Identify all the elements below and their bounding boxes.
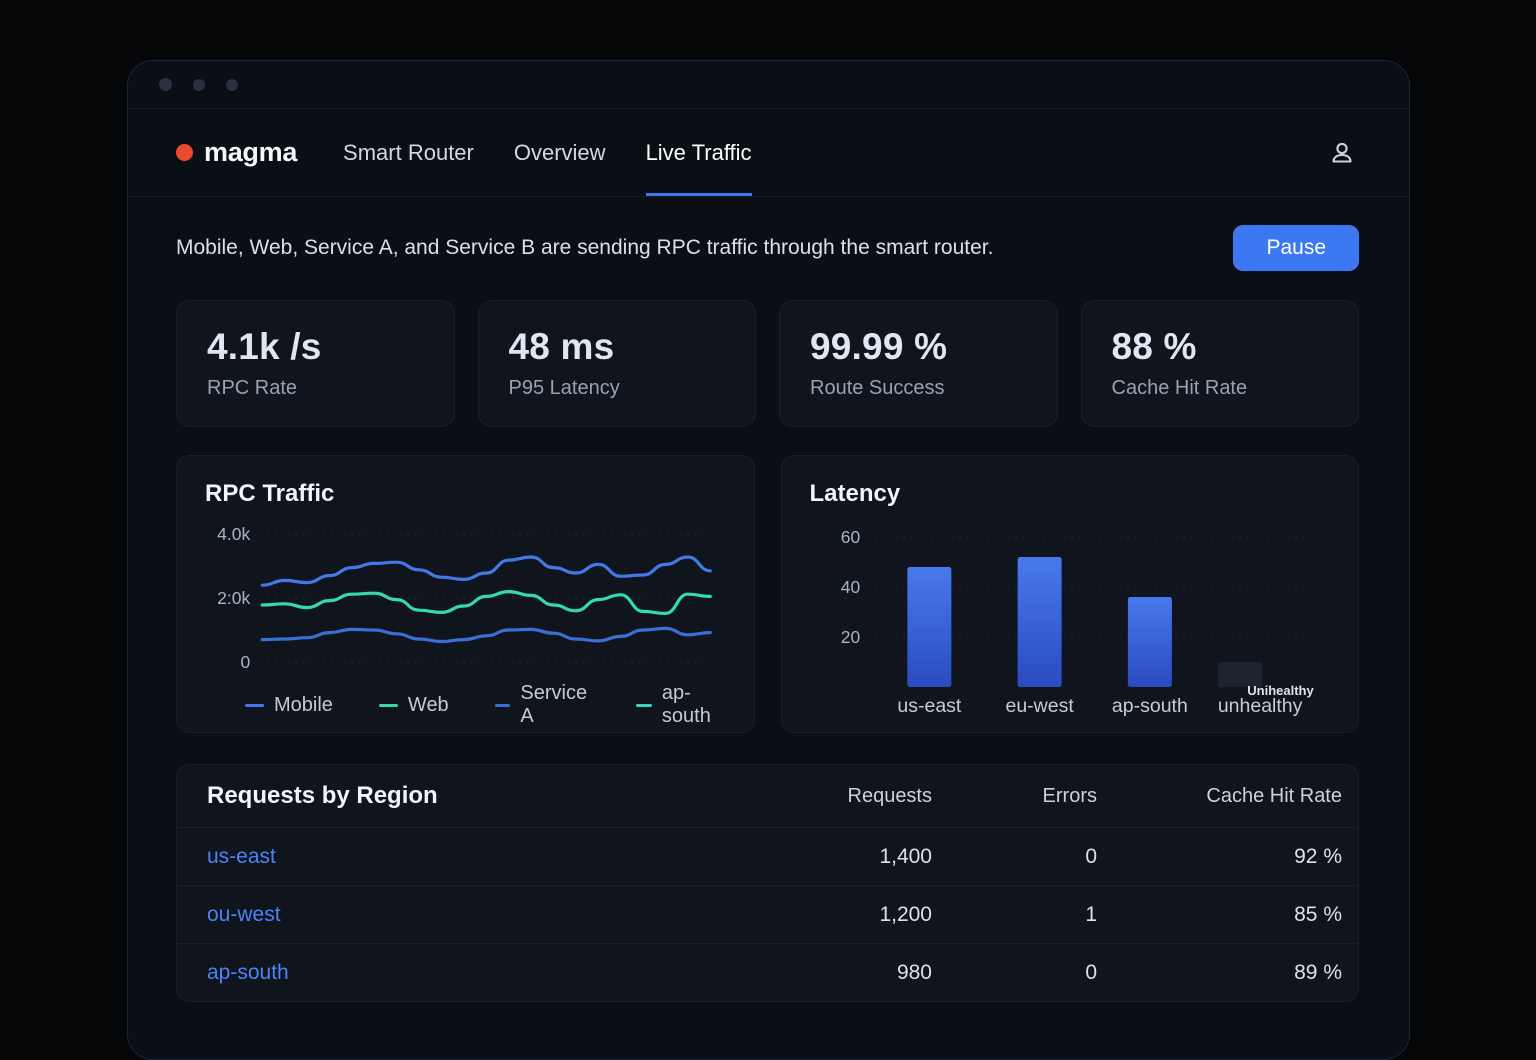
charts-row: RPC Traffic 4.0k 2:0k 0 Mobile Web Service… [176,455,1359,733]
svg-text:60: 60 [840,527,860,547]
svg-text:us-east: us-east [897,695,962,717]
svg-text:20: 20 [840,627,860,647]
legend-dash-icon [494,703,511,707]
pause-button[interactable]: Pause [1233,225,1359,271]
legend-item-ap-south[interactable]: ap-south [636,682,725,728]
stat-label: P95 Latency [508,377,620,399]
cache-hit-rate-value: 92 % [1294,844,1342,868]
rpc-traffic-chart-card: RPC Traffic 4.0k 2:0k 0 Mobile Web Service… [176,455,755,733]
rpc-traffic-chart-title: RPC Traffic [205,480,335,507]
svg-text:unhealthy: unhealthy [1217,695,1302,717]
legend-label: Web [407,693,449,716]
stat-card-rpc-rate: 4.1k /s RPC Rate [176,300,455,427]
stat-label: Route Success [810,377,945,399]
legend-dash-icon [245,703,264,707]
legend-dash-icon [636,703,652,707]
status-row: Mobile, Web, Service A, and Service B ar… [176,225,1359,271]
stat-label: Cache Hit Rate [1111,377,1248,399]
legend-dash-icon [378,703,398,707]
column-header-errors: Errors [1042,784,1097,807]
region-link[interactable]: ap-south [207,961,757,985]
column-header-cache-hit-rate: Cache Hit Rate [1206,784,1342,807]
table-header-row: Requests by Region Requests Errors Cache… [177,765,1358,827]
table-row-ou-west: ou-west 1,200 1 85 % [177,885,1358,943]
legend-label: ap-south [661,682,711,727]
cache-hit-rate-value: 89 % [1294,960,1342,984]
errors-value: 0 [1085,960,1097,984]
legend-item-service-a[interactable]: Service A [494,682,591,728]
svg-text:0: 0 [241,652,251,672]
table-title: Requests by Region [207,782,438,809]
requests-value: 980 [896,960,932,984]
status-message: Mobile, Web, Service A, and Service B ar… [176,236,994,259]
latency-chart-card: Latency 20 40 60 Unihealthy us-east eu-west ap… [780,455,1359,733]
requests-by-region-table: Requests by Region Requests Errors Cache… [176,764,1359,1002]
app-window: magma Smart Router Overview Live Traffic… [127,60,1410,1060]
errors-value: 0 [1085,844,1097,868]
nav-tab-overview[interactable]: Overview [514,109,606,196]
stat-value: 99.99 % [810,326,948,367]
stat-card-cache-hit-rate: 88 % Cache Hit Rate [1080,300,1359,427]
stat-value: 4.1k /s [207,326,322,367]
latency-chart-title: Latency [809,480,901,507]
stat-value: 88 % [1111,326,1197,367]
window-control-dot-2[interactable] [193,78,205,91]
table-row-us-east: us-east 1,400 0 92 % [177,827,1358,885]
legend-label: Service A [520,682,588,727]
svg-text:4.0k: 4.0k [217,524,250,544]
logo-dot-icon [176,144,193,161]
rpc-traffic-line-chart: 4.0k 2:0k 0 [217,524,716,672]
user-icon[interactable] [1327,138,1357,168]
svg-text:2:0k: 2:0k [217,588,250,608]
svg-text:ap-south: ap-south [1111,695,1187,717]
primary-nav: Smart Router Overview Live Traffic [343,109,752,196]
app-logo-text: magma [204,137,298,167]
stat-cards-row: 4.1k /s RPC Rate 48 ms P95 Latency 99.99… [176,300,1359,427]
nav-tab-smart-router[interactable]: Smart Router [343,109,474,196]
app-logo: magma [176,109,297,196]
stat-card-route-success: 99.99 % Route Success [779,300,1058,427]
window-control-dot-1[interactable] [159,78,172,91]
errors-value: 1 [1085,902,1097,926]
stat-card-p95-latency: 48 ms P95 Latency [477,300,756,427]
window-titlebar [128,61,1409,109]
legend-item-web[interactable]: Web [378,682,449,728]
cache-hit-rate-value: 85 % [1294,902,1342,926]
table-row-ap-south: ap-south 980 0 89 % [177,943,1358,1001]
requests-value: 1,200 [879,902,932,926]
stat-label: RPC Rate [207,377,298,399]
rpc-chart-legend: Mobile Web Service A ap-south [205,682,726,728]
main-content: Mobile, Web, Service A, and Service B ar… [128,197,1409,1002]
top-navbar: magma Smart Router Overview Live Traffic [128,109,1409,197]
window-control-dot-3[interactable] [226,78,238,91]
legend-label: Mobile [274,693,333,716]
nav-tab-live-traffic[interactable]: Live Traffic [645,109,752,196]
latency-bar-chart: 204060Unihealthyus-east eu-west ap-south un… [840,527,1315,717]
legend-item-mobile[interactable]: Mobile [245,682,333,728]
stat-value: 48 ms [508,326,615,367]
region-link[interactable]: us-east [207,845,757,869]
requests-value: 1,400 [879,844,932,868]
svg-text:eu-west: eu-west [1005,695,1074,717]
region-link[interactable]: ou-west [207,903,757,927]
svg-text:40: 40 [840,577,860,597]
column-header-requests: Requests [847,784,933,807]
